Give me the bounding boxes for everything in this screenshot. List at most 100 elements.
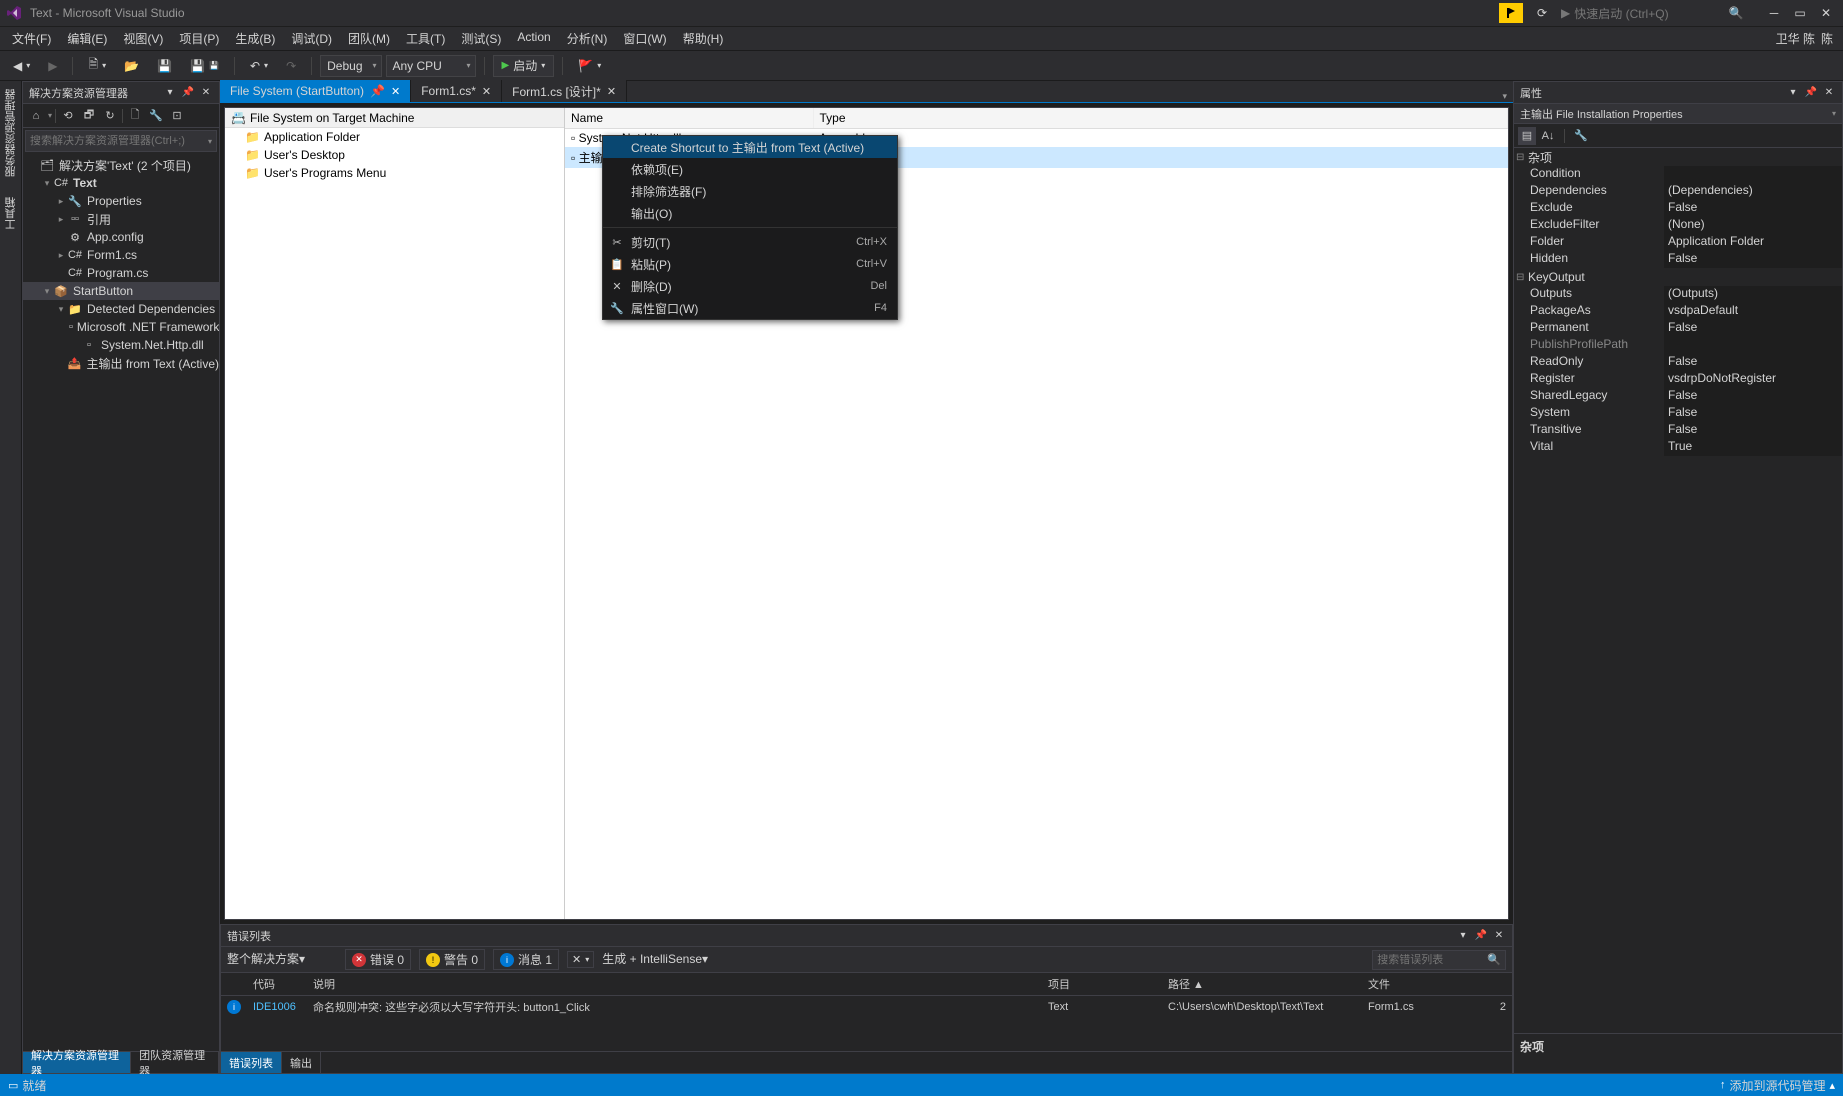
panel-pin-icon[interactable]: 📌	[181, 86, 195, 100]
tree-node[interactable]: ⚙App.config	[23, 228, 219, 246]
platform-combo[interactable]: Any CPU▾	[386, 55, 476, 77]
doctabs-overflow-icon[interactable]: ▾	[1496, 91, 1513, 102]
tree-node[interactable]: ▫System.Net.Http.dll	[23, 336, 219, 354]
save-button[interactable]: 💾	[150, 55, 179, 77]
error-col[interactable]: 项目	[1042, 973, 1162, 996]
properties-object[interactable]: 主输出 File Installation Properties	[1520, 106, 1832, 122]
preview-icon[interactable]: ⊡	[168, 107, 186, 125]
nav-forward-button[interactable]: ▶	[41, 55, 64, 77]
doc-tab[interactable]: File System (StartButton)📌✕	[220, 80, 411, 102]
tab-team-explorer[interactable]: 团队资源管理器	[131, 1052, 219, 1073]
menu-m[interactable]: 团队(M)	[340, 27, 398, 50]
window-close-icon[interactable]: ✕	[1815, 2, 1837, 24]
panel-close-icon[interactable]: ✕	[199, 86, 213, 100]
refresh-icon[interactable]: ↻	[101, 107, 119, 125]
search-dropdown-icon[interactable]: ▾	[208, 137, 212, 146]
tree-node[interactable]: ▾C#Text	[23, 174, 219, 192]
tree-node[interactable]: ▸C#Form1.cs	[23, 246, 219, 264]
quick-launch-search-icon[interactable]: 🔍	[1725, 2, 1747, 24]
tree-node[interactable]: ▾📦StartButton	[23, 282, 219, 300]
prop-row[interactable]: Outputs(Outputs)	[1514, 286, 1842, 303]
prop-row[interactable]: PermanentFalse	[1514, 320, 1842, 337]
error-col[interactable]: 路径 ▲	[1162, 973, 1362, 996]
fs-root[interactable]: 📇 File System on Target Machine	[225, 108, 564, 128]
prop-row[interactable]: Dependencies(Dependencies)	[1514, 183, 1842, 200]
menu-n[interactable]: 分析(N)	[559, 27, 616, 50]
error-col[interactable]	[1482, 973, 1512, 996]
menu-e[interactable]: 编辑(E)	[59, 27, 115, 50]
pin-icon[interactable]: 📌	[370, 84, 385, 98]
categorized-icon[interactable]: ▤	[1518, 127, 1536, 145]
server-explorer-tab[interactable]: 服务器资源管理器	[0, 81, 23, 185]
menu-b[interactable]: 生成(B)	[227, 27, 283, 50]
tab-error-list[interactable]: 错误列表	[221, 1052, 282, 1073]
menu-h[interactable]: 帮助(H)	[675, 27, 732, 50]
doc-tab[interactable]: Form1.cs*✕	[411, 80, 502, 102]
window-minimize-icon[interactable]: ─	[1763, 2, 1785, 24]
fs-folder[interactable]: 📁User's Desktop	[225, 146, 564, 164]
tree-node[interactable]: ▸▫▫引用	[23, 210, 219, 228]
col-type[interactable]: Type	[813, 108, 1508, 129]
prop-row[interactable]: HiddenFalse	[1514, 251, 1842, 268]
error-col[interactable]: 文件	[1362, 973, 1482, 996]
solution-search-input[interactable]	[30, 135, 208, 147]
feedback-icon[interactable]: ⟳	[1531, 2, 1553, 24]
redo-button[interactable]: ↷	[279, 55, 303, 77]
solution-search[interactable]: ▾	[25, 130, 217, 152]
prop-row[interactable]: SystemFalse	[1514, 405, 1842, 422]
error-col[interactable]	[221, 973, 247, 996]
undo-button[interactable]: ↶ ▾	[243, 55, 275, 77]
notification-flag-icon[interactable]	[1499, 3, 1523, 23]
prop-row[interactable]: RegistervsdrpDoNotRegister	[1514, 371, 1842, 388]
errors-filter[interactable]: ✕错误 0	[345, 949, 411, 970]
error-search-input[interactable]	[1377, 954, 1487, 966]
properties-icon[interactable]: 🔧	[147, 107, 165, 125]
context-menu-item[interactable]: Create Shortcut to 主输出 from Text (Active…	[603, 136, 897, 158]
menu-t[interactable]: 工具(T)	[398, 27, 453, 50]
close-tab-icon[interactable]: ✕	[482, 85, 491, 98]
props-close-icon[interactable]: ✕	[1822, 86, 1836, 100]
doc-tab[interactable]: Form1.cs [设计]*✕	[502, 80, 627, 102]
props-dropdown-icon[interactable]: ▾	[1786, 86, 1800, 100]
config-combo[interactable]: Debug▾	[320, 55, 381, 77]
collapse-icon[interactable]: ⟲	[59, 107, 77, 125]
tab-solution-explorer[interactable]: 解决方案资源管理器	[23, 1052, 131, 1073]
dashboard-button[interactable]: 🚩 ▾	[571, 55, 608, 77]
context-menu-item[interactable]: 排除筛选器(F)	[603, 180, 897, 202]
prop-row[interactable]: ExcludeFilter(None)	[1514, 217, 1842, 234]
menu-f[interactable]: 文件(F)	[4, 27, 59, 50]
save-all-button[interactable]: 💾💾	[183, 55, 226, 77]
menu-action[interactable]: Action	[509, 27, 558, 50]
user-badge[interactable]: 陈	[1821, 30, 1833, 47]
prop-row[interactable]: SharedLegacyFalse	[1514, 388, 1842, 405]
errorlist-pin-icon[interactable]: 📌	[1474, 929, 1488, 943]
solution-root[interactable]: 🗂解决方案'Text' (2 个项目)	[23, 156, 219, 174]
props-object-chev-icon[interactable]: ▾	[1832, 109, 1836, 118]
prop-row[interactable]: PackageAsvsdpaDefault	[1514, 303, 1842, 320]
prop-category[interactable]: ⊟KeyOutput	[1514, 268, 1842, 286]
property-grid[interactable]: ⊟杂项ConditionDependencies(Dependencies)Ex…	[1514, 148, 1842, 1033]
menu-p[interactable]: 项目(P)	[171, 27, 227, 50]
fs-folder[interactable]: 📁Application Folder	[225, 128, 564, 146]
messages-filter[interactable]: i消息 1	[493, 949, 559, 970]
home-icon[interactable]: ⌂	[27, 107, 45, 125]
build-intellisense-combo[interactable]: 生成 + IntelliSense▾	[602, 950, 708, 970]
error-row[interactable]: iIDE1006命名规则冲突: 这些字必须以大写字符开头: button1_Cl…	[221, 996, 1512, 1019]
window-restore-icon[interactable]: ▭	[1789, 2, 1811, 24]
prop-category[interactable]: ⊟杂项	[1514, 148, 1842, 166]
warnings-filter[interactable]: !警告 0	[419, 949, 485, 970]
menu-w[interactable]: 窗口(W)	[615, 27, 674, 50]
signed-in-user[interactable]: 卫华 陈	[1776, 30, 1815, 47]
new-project-button[interactable]: 🗎 ▾	[81, 55, 113, 77]
context-menu-item[interactable]: ✂剪切(T)Ctrl+X	[603, 231, 897, 253]
col-name[interactable]: Name	[565, 108, 813, 129]
context-menu-item[interactable]: 🔧属性窗口(W)F4	[603, 297, 897, 319]
context-menu[interactable]: Create Shortcut to 主输出 from Text (Active…	[602, 135, 898, 320]
prop-row[interactable]: ExcludeFalse	[1514, 200, 1842, 217]
sync-icon[interactable]: 🗗	[80, 107, 98, 125]
tree-node[interactable]: ▫Microsoft .NET Framework	[23, 318, 219, 336]
start-debug-button[interactable]: ▶启动 ▾	[493, 55, 555, 77]
open-file-button[interactable]: 📂	[117, 55, 146, 77]
quick-launch[interactable]: ▶快速启动 (Ctrl+Q)	[1561, 5, 1721, 22]
toolbox-tab[interactable]: 工具箱	[0, 189, 23, 238]
